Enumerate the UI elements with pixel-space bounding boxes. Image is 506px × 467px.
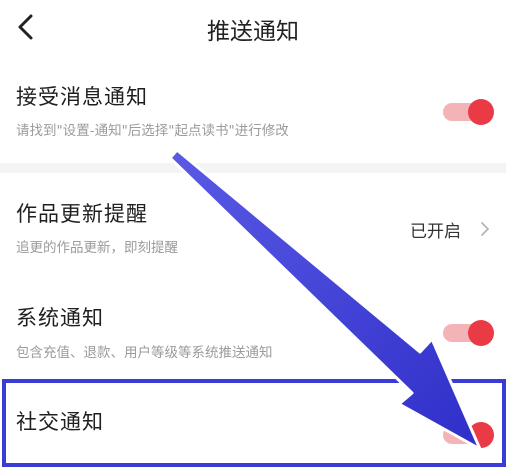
section-divider — [0, 163, 506, 173]
accept-notifications-toggle[interactable] — [441, 99, 495, 125]
system-notifications-toggle[interactable] — [441, 320, 495, 346]
chevron-right-icon — [481, 222, 489, 236]
setting-subtitle: 包含充值、退款、用户等级等系统推送通知 — [16, 345, 273, 361]
toggle-knob — [468, 320, 494, 346]
page-title: 推送通知 — [207, 19, 299, 45]
setting-subtitle: 请找到"设置-通知"后选择"起点读书"进行修改 — [16, 123, 289, 139]
toggle-knob — [468, 99, 494, 125]
status-value: 已开启 — [410, 222, 461, 242]
setting-subtitle: 追更的作品更新，即刻提醒 — [16, 240, 178, 256]
setting-title: 系统通知 — [16, 306, 104, 330]
annotation-highlight-box — [2, 379, 506, 467]
top-bar: 推送通知 — [0, 0, 506, 58]
setting-title: 作品更新提醒 — [16, 202, 148, 226]
setting-title: 接受消息通知 — [16, 85, 148, 109]
